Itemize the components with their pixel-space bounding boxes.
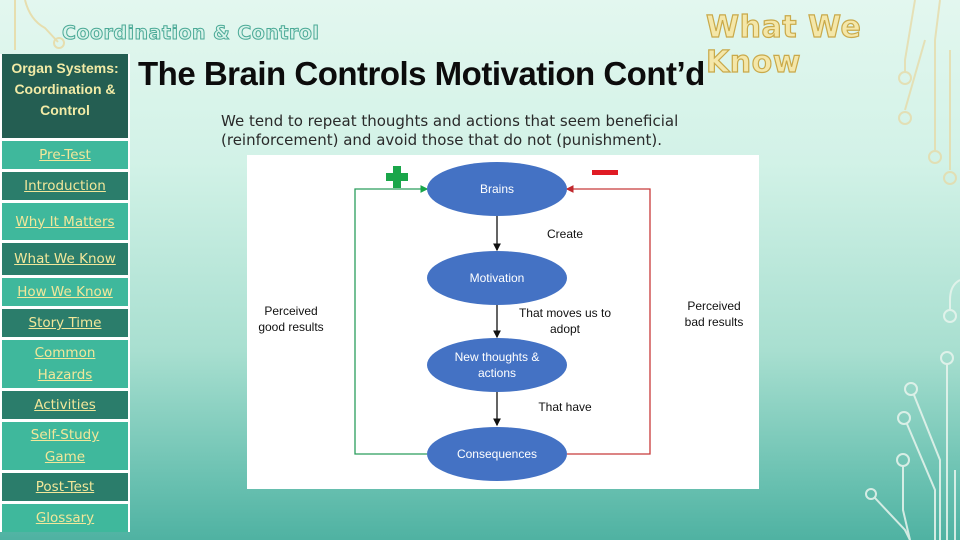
motivation-flow-diagram: Brains Motivation New thoughts & actions… (247, 155, 759, 489)
sidebar-item-story-time[interactable]: Story Time (2, 309, 128, 337)
intro-text: We tend to repeat thoughts and actions t… (221, 112, 761, 150)
node-label-motivation: Motivation (469, 271, 525, 285)
node-label-new-thoughts: New thoughts & actions (454, 350, 540, 380)
plus-icon (386, 166, 408, 188)
sidebar-heading: Organ Systems: Coordination & Control (2, 54, 128, 138)
node-label-consequences: Consequences (456, 447, 538, 461)
sidebar-item-pre-test[interactable]: Pre-Test (2, 141, 128, 169)
sidebar-item-common-hazards[interactable]: Common Hazards (2, 340, 128, 388)
minus-icon (592, 170, 618, 175)
sidebar-item-why-it-matters[interactable]: Why It Matters (2, 203, 128, 240)
label-perceived-bad: Perceived bad results (684, 299, 744, 329)
sidebar-item-post-test[interactable]: Post-Test (2, 473, 128, 501)
topic-title: What We Know (705, 9, 862, 80)
label-perceived-good: Perceived good results (258, 304, 324, 334)
node-label-brains: Brains (479, 182, 514, 196)
sidebar-item-what-we-know[interactable]: What We Know (2, 243, 128, 275)
sidebar-item-how-we-know[interactable]: How We Know (2, 278, 128, 306)
sidebar-item-introduction[interactable]: Introduction (2, 172, 128, 200)
sidebar-item-activities[interactable]: Activities (2, 391, 128, 419)
sidebar-item-self-study-game[interactable]: Self-Study Game (2, 422, 128, 470)
page-title: The Brain Controls Motivation Cont’d (138, 55, 705, 92)
sidebar-nav: Organ Systems: Coordination & Control Pr… (0, 54, 130, 532)
edge-label-create: Create (546, 227, 584, 241)
sidebar-item-glossary[interactable]: Glossary (2, 504, 128, 532)
intro-line-2: (reinforcement) and avoid those that do … (221, 131, 663, 149)
good-results-loop-line (354, 185, 429, 455)
edge-label-that-have: That have (538, 400, 592, 414)
edge-label-moves-us: That moves us to adopt (518, 306, 612, 336)
section-title: Coordination & Control (61, 22, 320, 45)
intro-line-1: We tend to repeat thoughts and actions t… (221, 112, 679, 130)
